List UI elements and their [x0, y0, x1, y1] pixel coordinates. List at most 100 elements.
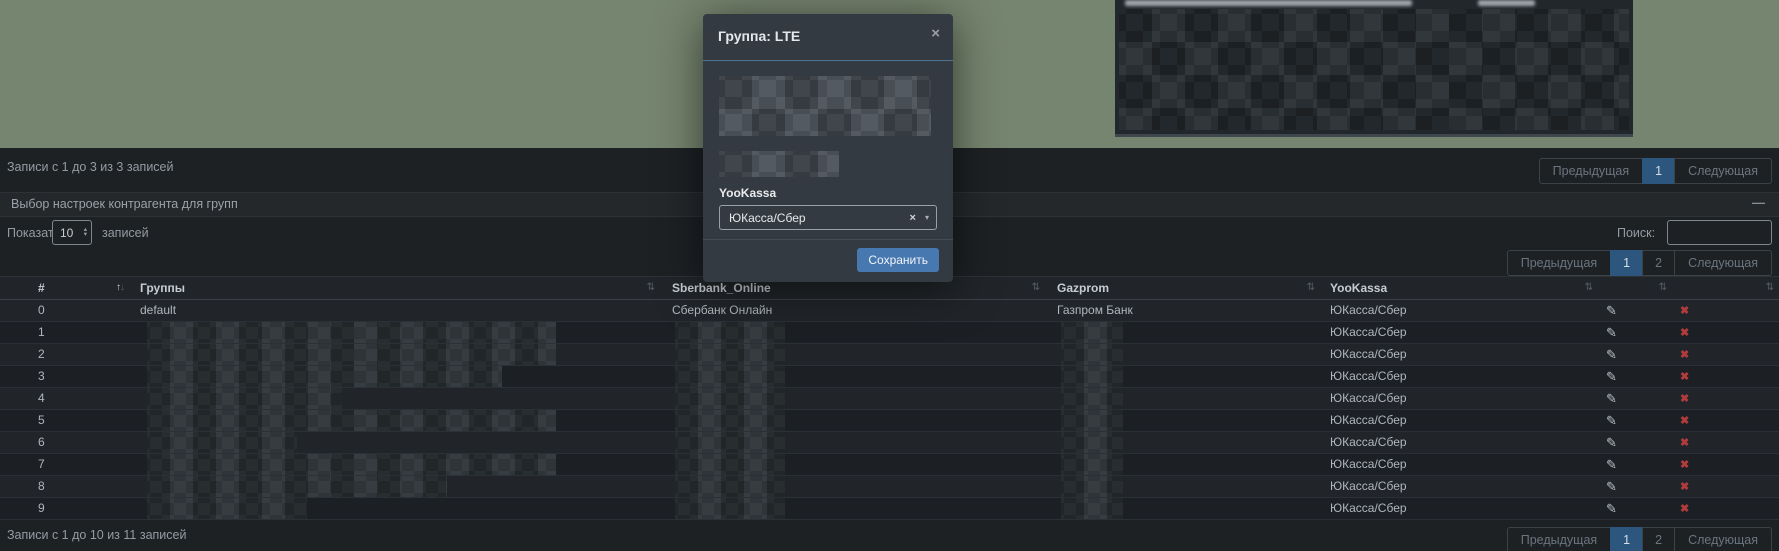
cell-index: 6: [0, 432, 130, 453]
table-row: 6ЮКасса/Сбер✎✖: [0, 432, 1779, 454]
chevron-down-icon: ▾: [925, 213, 929, 222]
delete-x-icon[interactable]: ✖: [1680, 327, 1689, 339]
collapse-icon[interactable]: —: [1752, 195, 1765, 210]
cell-group: [130, 432, 660, 453]
sort-icon[interactable]: ⇅: [1659, 277, 1666, 299]
table-row: 7ЮКасса/Сбер✎✖: [0, 454, 1779, 476]
records-label: записей: [102, 226, 149, 240]
sort-icon[interactable]: ⇅: [1766, 277, 1773, 299]
sort-icon[interactable]: ⇅: [1307, 277, 1314, 299]
pagination-prev[interactable]: Предыдущая: [1507, 527, 1611, 551]
edit-pencil-icon[interactable]: ✎: [1606, 369, 1617, 384]
pagination-next[interactable]: Следующая: [1674, 158, 1772, 184]
search-label: Поиск:: [1617, 226, 1655, 240]
sort-icon[interactable]: ⇅: [1585, 277, 1592, 299]
edit-pencil-icon[interactable]: ✎: [1606, 413, 1617, 428]
delete-x-icon[interactable]: ✖: [1680, 481, 1689, 493]
cell-edit: ✎: [1598, 300, 1672, 321]
cell-sberbank: [660, 454, 1045, 475]
pixelated-mosaic: [675, 366, 785, 387]
pixelated-mosaic: [675, 344, 785, 365]
pixelated-mosaic: [147, 454, 556, 475]
redacted-text-bar: [1125, 0, 1412, 6]
cell-gazprom: [1045, 476, 1320, 497]
sort-icon[interactable]: ⇅: [647, 277, 654, 299]
cell-yookassa: ЮКасса/Сбер: [1320, 410, 1598, 431]
table-row: 2ЮКасса/Сбер✎✖: [0, 344, 1779, 366]
delete-x-icon[interactable]: ✖: [1680, 371, 1689, 383]
column-header-#[interactable]: # ↑↓: [0, 277, 130, 299]
pagination-page-1[interactable]: 1: [1610, 250, 1643, 276]
delete-x-icon[interactable]: ✖: [1680, 437, 1689, 449]
edit-pencil-icon[interactable]: ✎: [1606, 303, 1617, 318]
column-header-Gazprom[interactable]: Gazprom⇅: [1045, 277, 1320, 299]
delete-x-icon[interactable]: ✖: [1680, 459, 1689, 471]
cell-gazprom: [1045, 366, 1320, 387]
edit-pencil-icon[interactable]: ✎: [1606, 325, 1617, 340]
pagination-next[interactable]: Следующая: [1674, 250, 1772, 276]
edit-pencil-icon[interactable]: ✎: [1606, 457, 1617, 472]
pagination-next[interactable]: Следующая: [1674, 527, 1772, 551]
cell-edit: ✎: [1598, 498, 1672, 519]
page-size-select[interactable]: 10 ▴▾: [52, 220, 92, 245]
table-row: 8ЮКасса/Сбер✎✖: [0, 476, 1779, 498]
pixelated-mosaic: [1061, 410, 1123, 431]
pixelated-mosaic: [1061, 322, 1123, 343]
pagination-page-2[interactable]: 2: [1642, 527, 1675, 551]
cell-gazprom: [1045, 388, 1320, 409]
pagination-prev[interactable]: Предыдущая: [1539, 158, 1643, 184]
delete-x-icon[interactable]: ✖: [1680, 393, 1689, 405]
cell-delete: ✖: [1672, 300, 1779, 321]
edit-pencil-icon[interactable]: ✎: [1606, 347, 1617, 362]
pixelated-mosaic: [1061, 432, 1123, 453]
save-button[interactable]: Сохранить: [857, 248, 939, 272]
cell-index: 8: [0, 476, 130, 497]
cell-delete: ✖: [1672, 432, 1779, 453]
pixelated-mosaic: [719, 76, 931, 136]
cell-delete: ✖: [1672, 388, 1779, 409]
column-header-YooKassa[interactable]: YooKassa ⇅: [1320, 277, 1598, 299]
sort-icon[interactable]: ↑↓: [116, 277, 124, 299]
delete-x-icon[interactable]: ✖: [1680, 503, 1689, 515]
cell-delete: ✖: [1672, 322, 1779, 343]
delete-x-icon[interactable]: ✖: [1680, 305, 1689, 317]
column-label: YooKassa: [1330, 281, 1387, 295]
edit-pencil-icon[interactable]: ✎: [1606, 435, 1617, 450]
group-modal: Группа: LTE × YooKassa ЮКасса/Сбер × ▾ С…: [703, 14, 953, 282]
column-header-Группы[interactable]: Группы⇅: [130, 277, 660, 299]
cell-group: [130, 366, 660, 387]
pagination-prev[interactable]: Предыдущая: [1507, 250, 1611, 276]
column-header-action6[interactable]: ⇅: [1672, 277, 1779, 299]
edit-pencil-icon[interactable]: ✎: [1606, 501, 1617, 516]
edit-pencil-icon[interactable]: ✎: [1606, 479, 1617, 494]
cell-yookassa: ЮКасса/Сбер: [1320, 498, 1598, 519]
pagination-page-2[interactable]: 2: [1642, 250, 1675, 276]
edit-pencil-icon[interactable]: ✎: [1606, 391, 1617, 406]
pixelated-mosaic: [147, 476, 447, 497]
table-row: 5ЮКасса/Сбер✎✖: [0, 410, 1779, 432]
cell-group: [130, 410, 660, 431]
close-icon[interactable]: ×: [931, 25, 940, 42]
pixelated-mosaic: [147, 432, 297, 453]
yookassa-select[interactable]: ЮКасса/Сбер × ▾: [719, 205, 937, 230]
page: Записи с 1 до 3 из 3 записей Предыдущая1…: [0, 0, 1779, 551]
modal-footer: Сохранить: [703, 239, 953, 282]
cell-edit: ✎: [1598, 454, 1672, 475]
pagination-page-1[interactable]: 1: [1610, 527, 1643, 551]
pagination-page-1[interactable]: 1: [1642, 158, 1675, 184]
search-input[interactable]: [1667, 220, 1772, 245]
table-row: 4ЮКасса/Сбер✎✖: [0, 388, 1779, 410]
pixelated-mosaic: [675, 498, 785, 519]
sort-icon[interactable]: ⇅: [1032, 277, 1039, 299]
pixelated-mosaic: [147, 344, 556, 365]
cell-yookassa: ЮКасса/Сбер: [1320, 388, 1598, 409]
column-label: #: [38, 281, 45, 295]
column-header-action5[interactable]: ⇅: [1598, 277, 1672, 299]
cell-gazprom: [1045, 322, 1320, 343]
pixelated-mosaic: [147, 322, 556, 343]
page-size-value: 10: [60, 226, 73, 240]
clear-icon[interactable]: ×: [910, 212, 916, 224]
pixelated-mosaic: [675, 454, 785, 475]
delete-x-icon[interactable]: ✖: [1680, 415, 1689, 427]
delete-x-icon[interactable]: ✖: [1680, 349, 1689, 361]
